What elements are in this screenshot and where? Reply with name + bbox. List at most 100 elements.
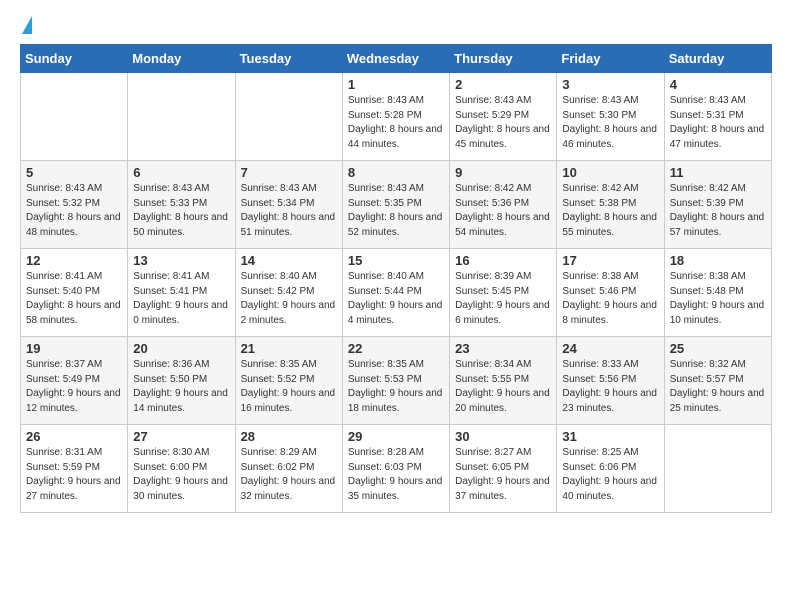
col-header-friday: Friday [557,45,664,73]
day-info: Sunrise: 8:38 AMSunset: 5:48 PMDaylight:… [670,270,766,328]
calendar-cell: 6Sunrise: 8:43 AMSunset: 5:33 PMDaylight… [128,161,235,249]
day-number: 23 [455,341,551,356]
calendar-cell: 17 Sunrise: 8:38 AMSunset: 5:46 PMDayligh… [557,249,664,337]
calendar-cell: 24 Sunrise: 8:33 AMSunset: 5:56 PMDayligh… [557,337,664,425]
day-info: Sunrise: 8:42 AMSunset: 5:36 PMDaylight:… [455,182,551,240]
day-number: 30 [455,429,551,444]
day-number: 5 [26,165,122,180]
day-info: Sunrise: 8:25 AMSunset: 6:06 PMDaylight:… [562,446,658,504]
col-header-wednesday: Wednesday [342,45,449,73]
day-number: 19 [26,341,122,356]
day-number: 15 [348,253,444,268]
day-info: Sunrise: 8:43 AMSunset: 5:30 PMDaylight:… [562,94,658,152]
day-info: Sunrise: 8:33 AMSunset: 5:56 PMDaylight:… [562,358,658,416]
day-number: 2 [455,77,551,92]
day-info: Sunrise: 8:43 AMSunset: 5:34 PMDaylight:… [241,182,337,240]
day-number: 31 [562,429,658,444]
day-number: 3 [562,77,658,92]
calendar-cell: 1 Sunrise: 8:43 AMSunset: 5:28 PMDaylight… [342,73,449,161]
calendar-cell: 11 Sunrise: 8:42 AMSunset: 5:39 PMDayligh… [664,161,771,249]
day-number: 18 [670,253,766,268]
day-number: 17 [562,253,658,268]
calendar-cell: 14Sunrise: 8:40 AMSunset: 5:42 PMDayligh… [235,249,342,337]
day-info: Sunrise: 8:42 AMSunset: 5:38 PMDaylight:… [562,182,658,240]
calendar-cell: 22Sunrise: 8:35 AMSunset: 5:53 PMDayligh… [342,337,449,425]
calendar-cell: 13Sunrise: 8:41 AMSunset: 5:41 PMDayligh… [128,249,235,337]
calendar-cell: 29 Sunrise: 8:28 AMSunset: 6:03 PMDayligh… [342,425,449,513]
day-info: Sunrise: 8:41 AMSunset: 5:40 PMDaylight:… [26,270,122,328]
day-number: 12 [26,253,122,268]
day-info: Sunrise: 8:43 AMSunset: 5:33 PMDaylight:… [133,182,229,240]
day-info: Sunrise: 8:39 AMSunset: 5:45 PMDaylight:… [455,270,551,328]
col-header-sunday: Sunday [21,45,128,73]
day-info: Sunrise: 8:40 AMSunset: 5:44 PMDaylight:… [348,270,444,328]
day-number: 28 [241,429,337,444]
calendar-header-row: SundayMondayTuesdayWednesdayThursdayFrid… [21,45,772,73]
calendar-cell: 3 Sunrise: 8:43 AMSunset: 5:30 PMDaylight… [557,73,664,161]
day-info: Sunrise: 8:41 AMSunset: 5:41 PMDaylight:… [133,270,229,328]
calendar-cell [128,73,235,161]
calendar-cell [21,73,128,161]
day-number: 21 [241,341,337,356]
day-number: 16 [455,253,551,268]
calendar-cell: 26 Sunrise: 8:31 AMSunset: 5:59 PMDayligh… [21,425,128,513]
day-number: 25 [670,341,766,356]
calendar-cell: 16 Sunrise: 8:39 AMSunset: 5:45 PMDayligh… [450,249,557,337]
calendar-cell: 28Sunrise: 8:29 AMSunset: 6:02 PMDayligh… [235,425,342,513]
day-info: Sunrise: 8:43 AMSunset: 5:35 PMDaylight:… [348,182,444,240]
calendar-cell: 25 Sunrise: 8:32 AMSunset: 5:57 PMDayligh… [664,337,771,425]
day-info: Sunrise: 8:42 AMSunset: 5:39 PMDaylight:… [670,182,766,240]
day-number: 1 [348,77,444,92]
day-info: Sunrise: 8:30 AMSunset: 6:00 PMDaylight:… [133,446,229,504]
calendar-cell: 19 Sunrise: 8:37 AMSunset: 5:49 PMDayligh… [21,337,128,425]
day-info: Sunrise: 8:43 AMSunset: 5:28 PMDaylight:… [348,94,444,152]
calendar-cell: 31 Sunrise: 8:25 AMSunset: 6:06 PMDayligh… [557,425,664,513]
day-info: Sunrise: 8:28 AMSunset: 6:03 PMDaylight:… [348,446,444,504]
logo-icon [22,16,32,34]
day-number: 7 [241,165,337,180]
col-header-tuesday: Tuesday [235,45,342,73]
calendar-cell: 23 Sunrise: 8:34 AMSunset: 5:55 PMDayligh… [450,337,557,425]
day-info: Sunrise: 8:32 AMSunset: 5:57 PMDaylight:… [670,358,766,416]
week-row-3: 12 Sunrise: 8:41 AMSunset: 5:40 PMDayligh… [21,249,772,337]
day-number: 22 [348,341,444,356]
calendar-table: SundayMondayTuesdayWednesdayThursdayFrid… [20,44,772,513]
day-info: Sunrise: 8:31 AMSunset: 5:59 PMDaylight:… [26,446,122,504]
col-header-saturday: Saturday [664,45,771,73]
week-row-1: 1 Sunrise: 8:43 AMSunset: 5:28 PMDaylight… [21,73,772,161]
calendar-cell: 9 Sunrise: 8:42 AMSunset: 5:36 PMDaylight… [450,161,557,249]
col-header-thursday: Thursday [450,45,557,73]
day-info: Sunrise: 8:43 AMSunset: 5:31 PMDaylight:… [670,94,766,152]
calendar-cell [235,73,342,161]
day-info: Sunrise: 8:43 AMSunset: 5:32 PMDaylight:… [26,182,122,240]
day-info: Sunrise: 8:37 AMSunset: 5:49 PMDaylight:… [26,358,122,416]
day-number: 10 [562,165,658,180]
day-number: 20 [133,341,229,356]
calendar-cell: 30 Sunrise: 8:27 AMSunset: 6:05 PMDayligh… [450,425,557,513]
day-number: 11 [670,165,766,180]
calendar-cell: 5 Sunrise: 8:43 AMSunset: 5:32 PMDaylight… [21,161,128,249]
day-number: 26 [26,429,122,444]
calendar-cell: 18 Sunrise: 8:38 AMSunset: 5:48 PMDayligh… [664,249,771,337]
day-info: Sunrise: 8:34 AMSunset: 5:55 PMDaylight:… [455,358,551,416]
logo [20,16,32,34]
day-info: Sunrise: 8:36 AMSunset: 5:50 PMDaylight:… [133,358,229,416]
day-number: 8 [348,165,444,180]
day-info: Sunrise: 8:38 AMSunset: 5:46 PMDaylight:… [562,270,658,328]
day-info: Sunrise: 8:40 AMSunset: 5:42 PMDaylight:… [241,270,337,328]
week-row-2: 5 Sunrise: 8:43 AMSunset: 5:32 PMDaylight… [21,161,772,249]
calendar-cell: 20 Sunrise: 8:36 AMSunset: 5:50 PMDayligh… [128,337,235,425]
day-number: 29 [348,429,444,444]
calendar-cell: 10 Sunrise: 8:42 AMSunset: 5:38 PMDayligh… [557,161,664,249]
day-number: 4 [670,77,766,92]
day-number: 27 [133,429,229,444]
day-info: Sunrise: 8:27 AMSunset: 6:05 PMDaylight:… [455,446,551,504]
week-row-5: 26 Sunrise: 8:31 AMSunset: 5:59 PMDayligh… [21,425,772,513]
calendar-cell: 2 Sunrise: 8:43 AMSunset: 5:29 PMDaylight… [450,73,557,161]
day-number: 9 [455,165,551,180]
calendar-cell: 12 Sunrise: 8:41 AMSunset: 5:40 PMDayligh… [21,249,128,337]
day-number: 24 [562,341,658,356]
day-info: Sunrise: 8:35 AMSunset: 5:52 PMDaylight:… [241,358,337,416]
col-header-monday: Monday [128,45,235,73]
day-info: Sunrise: 8:43 AMSunset: 5:29 PMDaylight:… [455,94,551,152]
